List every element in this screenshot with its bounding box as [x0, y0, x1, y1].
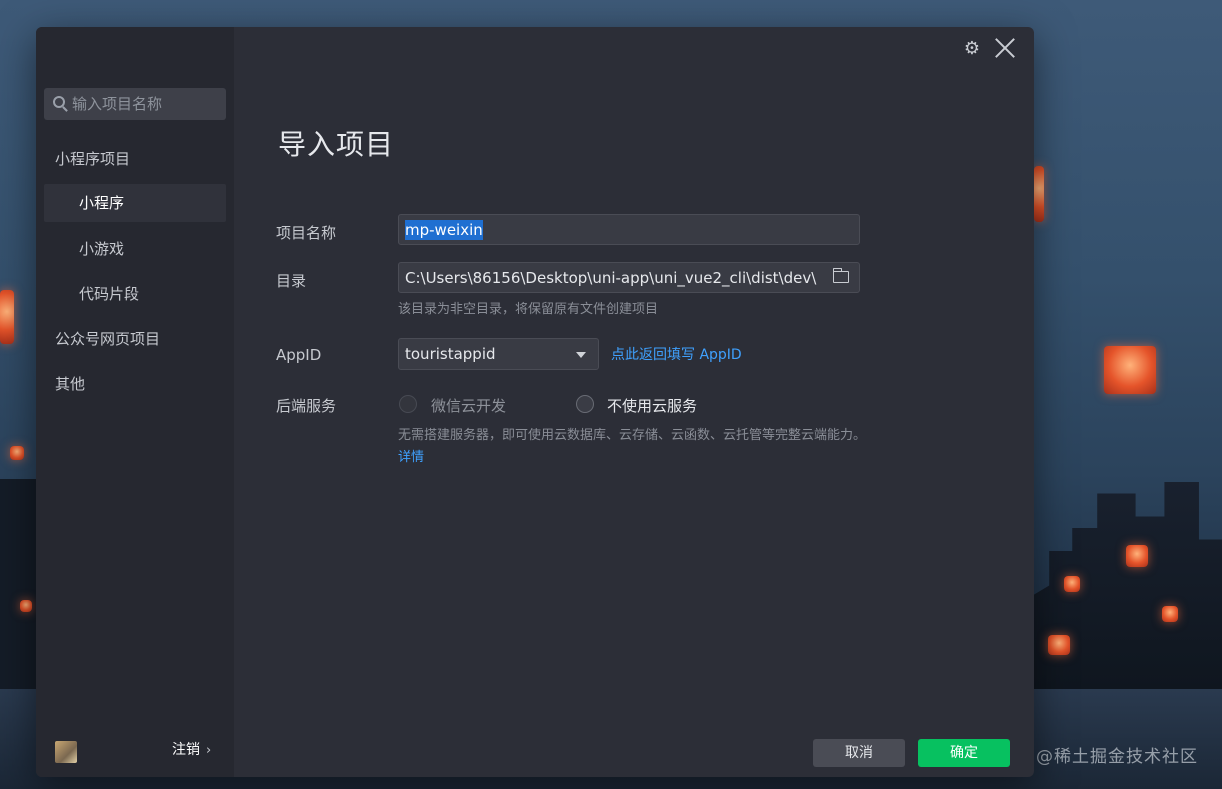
directory-input[interactable] [405, 263, 817, 292]
background-buildings-left [0, 479, 40, 699]
radio-wechat-cloud-label: 微信云开发 [431, 397, 507, 415]
sidebar-item-other[interactable]: 其他 [36, 365, 234, 403]
directory-field[interactable] [398, 262, 860, 293]
backend-hint: 无需搭建服务器，即可使用云数据库、云存储、云函数、云托管等完整云端能力。 详情 [398, 425, 870, 469]
watermark: @稀土掘金技术社区 [1036, 747, 1198, 767]
sidebar-item-official-account-web[interactable]: 公众号网页项目 [36, 320, 234, 358]
sidebar-item-minigame[interactable]: 小游戏 [36, 230, 234, 268]
project-name-selected-text: mp-weixin [405, 220, 483, 240]
lantern-decoration [1064, 576, 1080, 592]
lantern-decoration [1104, 346, 1156, 394]
avatar[interactable] [55, 741, 77, 763]
close-icon[interactable] [994, 37, 1016, 59]
logout-label: 注销 [172, 742, 200, 758]
sidebar-item-code-snippet[interactable]: 代码片段 [36, 275, 234, 313]
lantern-decoration [1048, 635, 1070, 655]
logout-button[interactable]: 注销 › [172, 739, 211, 759]
project-name-label: 项目名称 [276, 224, 337, 242]
backend-service-label: 后端服务 [276, 397, 337, 415]
radio-no-cloud[interactable] [576, 395, 594, 413]
sidebar-item-miniprogram[interactable]: 小程序 [44, 184, 226, 222]
radio-no-cloud-label: 不使用云服务 [607, 397, 698, 415]
details-link[interactable]: 详情 [398, 450, 424, 465]
sidebar: 小程序项目 小程序 小游戏 代码片段 公众号网页项目 其他 注销 › [36, 27, 234, 777]
confirm-button[interactable]: 确定 [918, 739, 1010, 767]
lantern-decoration [1126, 545, 1148, 567]
lantern-decoration [1162, 606, 1178, 622]
radio-wechat-cloud[interactable] [399, 395, 417, 413]
gear-icon[interactable]: ⚙ [962, 39, 982, 59]
lantern-decoration [0, 290, 14, 344]
directory-hint: 该目录为非空目录，将保留原有文件创建项目 [398, 302, 659, 317]
lantern-decoration [20, 600, 32, 612]
search-input[interactable] [72, 88, 222, 120]
import-project-dialog: 小程序项目 小程序 小游戏 代码片段 公众号网页项目 其他 注销 › ⚙ 导入项目… [36, 27, 1034, 777]
chevron-right-icon: › [206, 743, 212, 758]
backend-hint-text: 无需搭建服务器，即可使用云数据库、云存储、云函数、云托管等完整云端能力。 [398, 428, 867, 443]
directory-label: 目录 [276, 272, 307, 290]
appid-link[interactable]: 点此返回填写 AppID [611, 344, 742, 364]
appid-label: AppID [276, 346, 322, 364]
appid-selected-value: touristappid [405, 345, 496, 363]
lantern-decoration [1034, 166, 1044, 222]
page-title: 导入项目 [278, 128, 395, 161]
caret-down-icon [576, 352, 586, 358]
project-name-field[interactable]: mp-weixin [398, 214, 860, 245]
search-box[interactable] [44, 88, 226, 120]
search-icon [53, 96, 65, 108]
folder-icon[interactable] [832, 268, 849, 283]
appid-select[interactable]: touristappid [398, 338, 599, 370]
sidebar-item-miniprogram-project[interactable]: 小程序项目 [36, 140, 234, 178]
cancel-button[interactable]: 取消 [813, 739, 905, 767]
lantern-decoration [10, 446, 24, 460]
